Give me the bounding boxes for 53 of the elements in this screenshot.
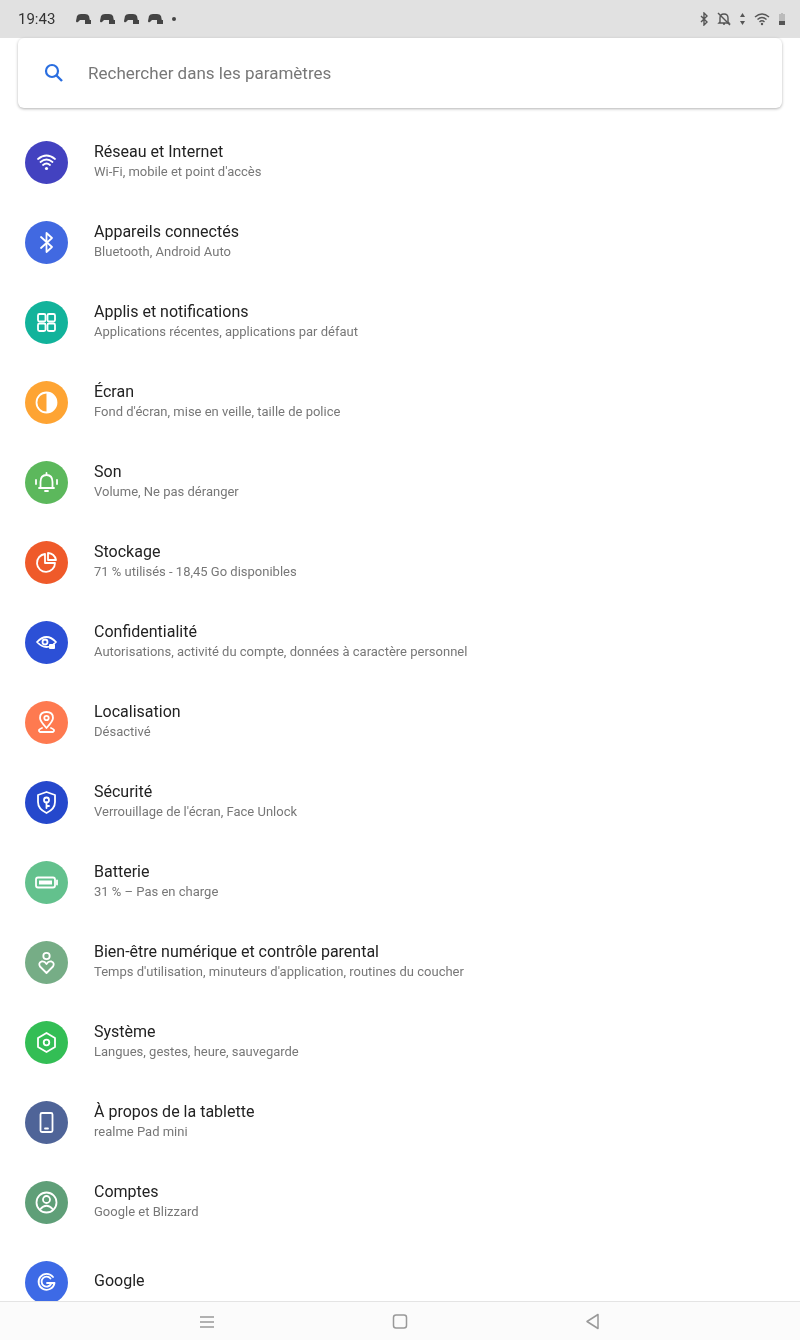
- item-title: Comptes: [94, 1181, 160, 1201]
- settings-item[interactable]: Son Volume, Ne pas déranger: [0, 442, 800, 522]
- item-title: À propos de la tablette: [94, 1101, 255, 1121]
- item-title: Google: [94, 1270, 145, 1290]
- item-subtitle: Fond d'écran, mise en veille, taille de police: [94, 403, 341, 419]
- item-title: Stockage: [94, 541, 162, 561]
- square-icon[interactable]: [391, 1311, 409, 1331]
- settings-item[interactable]: Écran Fond d'écran, mise en veille, taille de police: [0, 362, 800, 442]
- item-title: Confidentialité: [94, 621, 198, 641]
- battery-icon: [778, 12, 786, 26]
- item-subtitle: Volume, Ne pas déranger: [94, 483, 239, 499]
- settings-item[interactable]: À propos de la tablette realme Pad mini: [0, 1082, 800, 1162]
- item-subtitle: Bluetooth, Android Auto: [94, 243, 232, 259]
- wifi-icon: [754, 12, 770, 26]
- item-subtitle: 71 % utilisés - 18,45 Go disponibles: [94, 563, 297, 579]
- bluetooth-icon: [699, 12, 709, 26]
- settings-item[interactable]: Comptes Google et Blizzard: [0, 1162, 800, 1242]
- item-title: Applis et notifications: [94, 301, 250, 321]
- settings-item[interactable]: Confidentialité Autorisations, activité du compte, données à caractère personnel: [0, 602, 800, 682]
- item-title: Sécurité: [94, 781, 154, 801]
- item-title: Réseau et Internet: [94, 141, 225, 161]
- item-subtitle: 31 % – Pas en charge: [94, 883, 219, 899]
- item-subtitle: Google et Blizzard: [94, 1203, 199, 1219]
- item-title: Batterie: [94, 861, 151, 881]
- settings-item[interactable]: Batterie 31 % – Pas en charge: [0, 842, 800, 922]
- settings-item[interactable]: Système Langues, gestes, heure, sauvegarde: [0, 1002, 800, 1082]
- item-subtitle: Wi-Fi, mobile et point d'accès: [94, 163, 262, 179]
- bell-off-icon: [717, 12, 731, 26]
- settings-item[interactable]: Appareils connectés Bluetooth, Android Auto: [0, 202, 800, 282]
- search-field[interactable]: Rechercher dans les paramètres: [86, 62, 782, 84]
- settings-item[interactable]: Réseau et Internet Wi-Fi, mobile et point d'accès: [0, 122, 800, 202]
- item-subtitle: Langues, gestes, heure, sauvegarde: [94, 1043, 299, 1059]
- search-icon: [44, 63, 64, 83]
- item-title: Appareils connectés: [94, 221, 239, 241]
- settings-item[interactable]: Sécurité Verrouillage de l'écran, Face Unlock: [0, 762, 800, 842]
- item-subtitle: Désactivé: [94, 723, 152, 739]
- settings-item[interactable]: Stockage 71 % utilisés - 18,45 Go disponibles: [0, 522, 800, 602]
- item-title: Son: [94, 461, 123, 481]
- item-subtitle: Temps d'utilisation, minuteurs d'application, routines du coucher: [94, 963, 464, 979]
- settings-item[interactable]: Localisation Désactivé: [0, 682, 800, 762]
- clock: 19:43: [18, 10, 56, 28]
- data-arrows-icon: [739, 12, 746, 26]
- settings-item[interactable]: Bien-être numérique et contrôle parental Temps d'utilisation, minuteurs d'application, routines du coucher: [0, 922, 800, 1002]
- item-title: Système: [94, 1021, 157, 1041]
- item-subtitle: Autorisations, activité du compte, données à caractère personnel: [94, 643, 468, 659]
- item-subtitle: Verrouillage de l'écran, Face Unlock: [94, 803, 298, 819]
- item-title: Bien-être numérique et contrôle parental: [94, 941, 380, 961]
- settings-item[interactable]: Applis et notifications Applications récentes, applications par défaut: [0, 282, 800, 362]
- item-title: Écran: [94, 381, 135, 401]
- item-subtitle: realme Pad mini: [94, 1123, 189, 1139]
- settings-item[interactable]: Google: [0, 1242, 800, 1301]
- item-title: Localisation: [94, 701, 181, 721]
- item-subtitle: Applications récentes, applications par défaut: [94, 323, 358, 339]
